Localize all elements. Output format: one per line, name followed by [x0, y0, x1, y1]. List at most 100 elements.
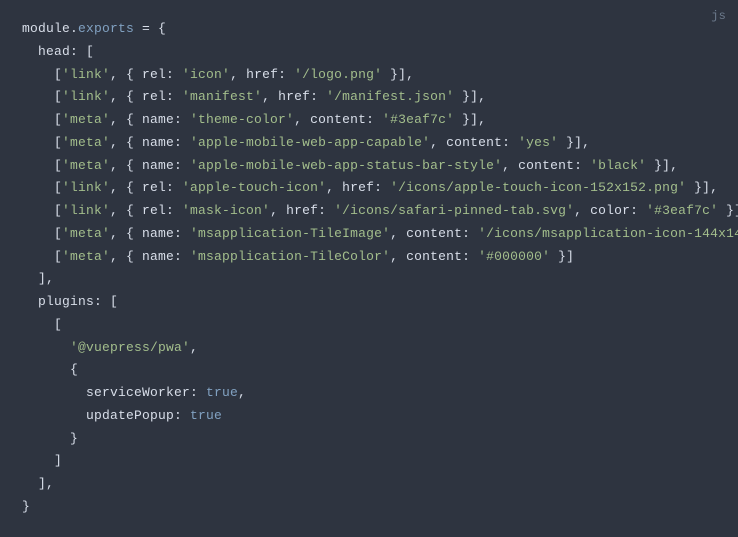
code-token: 'apple-mobile-web-app-capable'	[190, 135, 430, 150]
code-token: , { rel:	[110, 89, 182, 104]
code-token: , content:	[294, 112, 382, 127]
code-token: , { rel:	[110, 203, 182, 218]
code-token: 'manifest'	[182, 89, 262, 104]
code-line: ],	[22, 473, 738, 496]
code-token: 'apple-touch-icon'	[182, 180, 326, 195]
code-token: }],	[454, 89, 486, 104]
code-token: 'meta'	[62, 112, 110, 127]
code-token: [	[54, 158, 62, 173]
code-token: 'meta'	[62, 249, 110, 264]
code-token: }],	[646, 158, 678, 173]
code-line: ['meta', { name: 'apple-mobile-web-app-c…	[22, 132, 738, 155]
code-token: {	[70, 362, 78, 377]
code-token: 'mask-icon'	[182, 203, 270, 218]
code-token: , { name:	[110, 226, 190, 241]
code-token: , href:	[326, 180, 390, 195]
code-line: }	[22, 496, 738, 519]
language-badge: js	[711, 6, 726, 27]
code-token: '/logo.png'	[294, 67, 382, 82]
code-line: {	[22, 359, 738, 382]
code-token: '#3eaf7c'	[646, 203, 718, 218]
code-line: serviceWorker: true,	[22, 382, 738, 405]
code-token: 'yes'	[518, 135, 558, 150]
code-token: [	[54, 249, 62, 264]
code-token: [	[54, 203, 62, 218]
code-token: , content:	[502, 158, 590, 173]
code-token: '/icons/safari-pinned-tab.svg'	[334, 203, 574, 218]
code-token: '/icons/msapplication-icon-144x144.png'	[478, 226, 738, 241]
code-token: 'link'	[62, 180, 110, 195]
code-token: }]	[550, 249, 574, 264]
code-token: 'icon'	[182, 67, 230, 82]
code-line: ],	[22, 268, 738, 291]
code-line: module.exports = {	[22, 18, 738, 41]
code-line: ]	[22, 450, 738, 473]
code-block: module.exports = {head: [['link', { rel:…	[22, 18, 738, 519]
code-token: , href:	[230, 67, 294, 82]
code-token: , { rel:	[110, 67, 182, 82]
code-token: plugins: [	[38, 294, 118, 309]
code-line: head: [	[22, 41, 738, 64]
code-token: 'link'	[62, 67, 110, 82]
code-line: plugins: [	[22, 291, 738, 314]
code-token: , { name:	[110, 249, 190, 264]
code-line: ['link', { rel: 'manifest', href: '/mani…	[22, 86, 738, 109]
code-token: 'meta'	[62, 135, 110, 150]
code-token: '@vuepress/pwa'	[70, 340, 190, 355]
code-token: 'meta'	[62, 226, 110, 241]
code-token: }	[22, 499, 30, 514]
code-line: ['link', { rel: 'mask-icon', href: '/ico…	[22, 200, 738, 223]
code-line: ['meta', { name: 'msapplication-TileColo…	[22, 246, 738, 269]
code-token: '/icons/apple-touch-icon-152x152.png'	[390, 180, 686, 195]
code-token: }],	[686, 180, 718, 195]
code-token: [	[54, 67, 62, 82]
code-line: updatePopup: true	[22, 405, 738, 428]
code-token: 'msapplication-TileImage'	[190, 226, 390, 241]
code-line: ['link', { rel: 'apple-touch-icon', href…	[22, 177, 738, 200]
code-token: , content:	[390, 226, 478, 241]
code-line: ['meta', { name: 'msapplication-TileImag…	[22, 223, 738, 246]
code-line: [	[22, 314, 738, 337]
code-token: 'black'	[590, 158, 646, 173]
code-line: ['meta', { name: 'theme-color', content:…	[22, 109, 738, 132]
code-token: .	[70, 21, 78, 36]
code-token: [	[54, 135, 62, 150]
code-token: serviceWorker:	[86, 385, 206, 400]
code-token: }],	[382, 67, 414, 82]
code-token: 'link'	[62, 89, 110, 104]
code-token: true	[206, 385, 238, 400]
code-token: 'msapplication-TileColor'	[190, 249, 390, 264]
code-token: ,	[190, 340, 198, 355]
code-token: head: [	[38, 44, 94, 59]
code-token: [	[54, 89, 62, 104]
code-token: , href:	[270, 203, 334, 218]
code-token: ,	[238, 385, 246, 400]
code-token: = {	[134, 21, 166, 36]
code-token: , content:	[390, 249, 478, 264]
code-token: , { name:	[110, 158, 190, 173]
code-token: [	[54, 317, 62, 332]
code-token: }	[70, 431, 78, 446]
code-token: }],	[454, 112, 486, 127]
code-token: [	[54, 226, 62, 241]
code-token: }],	[558, 135, 590, 150]
code-token: 'meta'	[62, 158, 110, 173]
code-token: 'apple-mobile-web-app-status-bar-style'	[190, 158, 502, 173]
code-token: ],	[38, 476, 54, 491]
code-token: 'link'	[62, 203, 110, 218]
code-token: updatePopup:	[86, 408, 190, 423]
code-token: '#3eaf7c'	[382, 112, 454, 127]
code-token: true	[190, 408, 222, 423]
code-token: , { name:	[110, 112, 190, 127]
code-token: ],	[38, 271, 54, 286]
code-token: , { rel:	[110, 180, 182, 195]
code-line: '@vuepress/pwa',	[22, 337, 738, 360]
code-token: , href:	[262, 89, 326, 104]
code-token: module	[22, 21, 70, 36]
code-line: }	[22, 428, 738, 451]
code-token: ]	[54, 453, 62, 468]
code-token: '#000000'	[478, 249, 550, 264]
code-token: , { name:	[110, 135, 190, 150]
code-token: }],	[718, 203, 738, 218]
code-token: [	[54, 112, 62, 127]
